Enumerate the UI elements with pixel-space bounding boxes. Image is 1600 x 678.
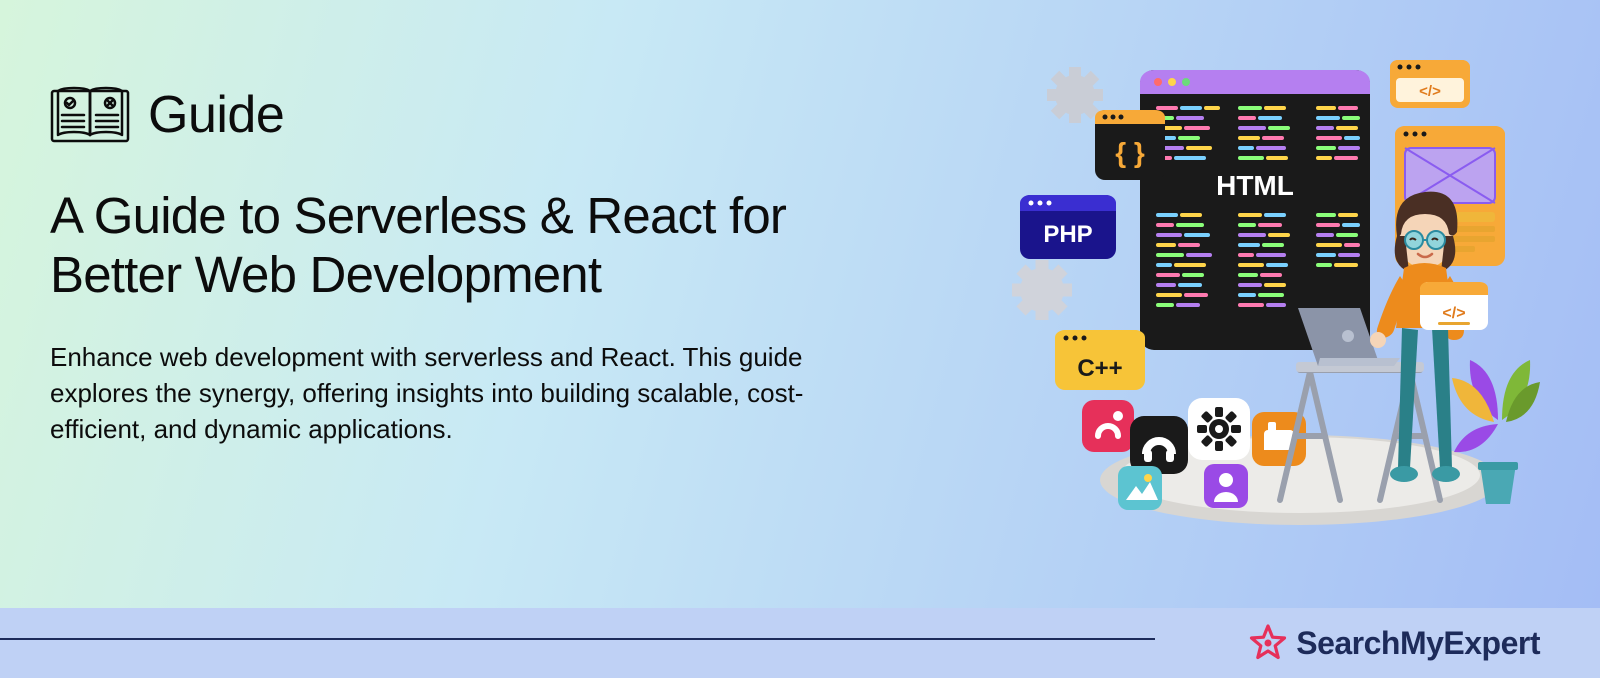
code-tag-badge: </>	[1419, 83, 1441, 100]
svg-text:</>: </>	[1442, 305, 1465, 322]
cpp-badge: C++	[1077, 355, 1122, 382]
brand-logo: SearchMyExpert	[1248, 623, 1540, 663]
star-icon	[1248, 623, 1288, 663]
brand-name: SearchMyExpert	[1296, 625, 1540, 662]
braces-badge: { }	[1115, 137, 1145, 168]
content-column: Guide A Guide to Serverless & React for …	[50, 85, 914, 448]
page-title: A Guide to Serverless & React for Better…	[50, 187, 914, 304]
guide-label-row: Guide	[50, 85, 914, 145]
footer-divider	[0, 638, 1155, 640]
open-book-icon	[50, 85, 130, 145]
php-badge: PHP	[1043, 221, 1092, 248]
developer-illustration: HTML	[1000, 40, 1550, 540]
footer-bar: SearchMyExpert	[0, 608, 1600, 678]
hero-section: Guide A Guide to Serverless & React for …	[0, 0, 1600, 608]
illustration-svg: HTML	[1000, 40, 1550, 540]
page-description: Enhance web development with serverless …	[50, 340, 850, 448]
guide-label-text: Guide	[148, 85, 284, 145]
html-badge-text: HTML	[1216, 170, 1294, 201]
